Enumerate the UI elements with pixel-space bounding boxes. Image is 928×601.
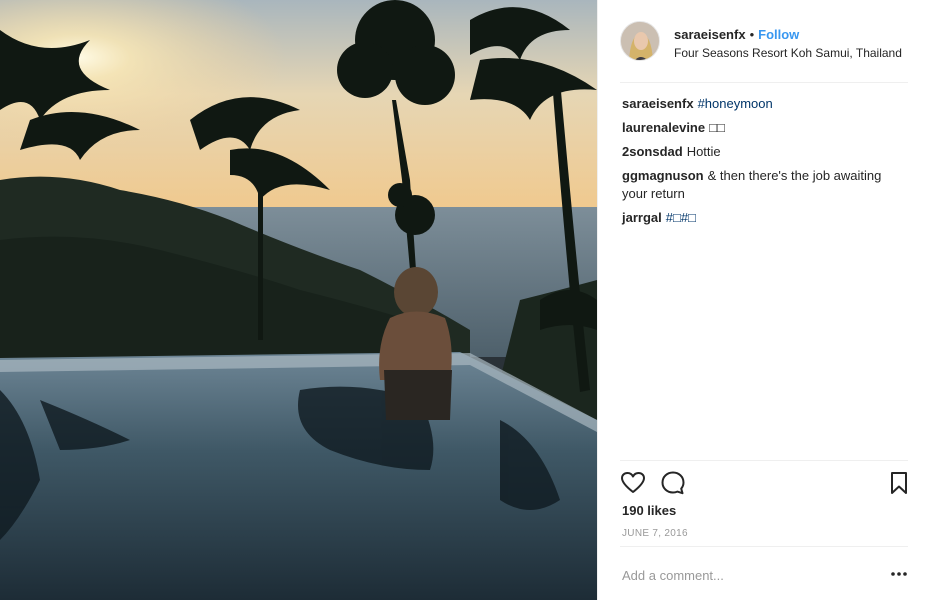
comment-text[interactable]: #□#□: [666, 210, 696, 225]
comment-text[interactable]: #honeymoon: [698, 96, 773, 111]
comment-item: ggmagnuson & then there's the job awaitin…: [622, 167, 908, 203]
profile-photo: [621, 22, 659, 60]
like-button[interactable]: [620, 470, 646, 496]
post-sidebar: saraeisenfx • Follow Four Seasons Resort K…: [597, 0, 928, 600]
action-bar: [620, 460, 908, 501]
comment-text: □□: [709, 120, 725, 135]
comment-item: jarrgal #□#□: [622, 209, 908, 227]
more-options-button[interactable]: [890, 567, 908, 581]
avatar[interactable]: [620, 21, 660, 61]
follow-button[interactable]: Follow: [758, 27, 799, 42]
sunset-pool-image: [0, 0, 597, 600]
post-date[interactable]: JUNE 7, 2016: [622, 528, 688, 539]
post-header: saraeisenfx • Follow Four Seasons Resort K…: [620, 20, 908, 83]
save-button[interactable]: [886, 470, 912, 496]
comment-input[interactable]: [622, 565, 862, 585]
comment-username[interactable]: laurenalevine: [622, 120, 705, 135]
post-photo[interactable]: [0, 0, 597, 600]
comment-username[interactable]: ggmagnuson: [622, 168, 704, 183]
comment-button[interactable]: [660, 470, 686, 496]
comment-item: saraeisenfx #honeymoon: [622, 95, 908, 113]
comment-username[interactable]: jarrgal: [622, 210, 662, 225]
comment-username[interactable]: saraeisenfx: [622, 96, 694, 111]
comment-form: [620, 546, 908, 601]
comment-item: laurenalevine □□: [622, 119, 908, 137]
more-options-icon: [891, 572, 907, 576]
heart-icon: [621, 472, 645, 493]
bookmark-icon: [891, 472, 907, 494]
comment-item: 2sonsdad Hottie: [622, 143, 908, 161]
comment-bubble-icon: [661, 471, 685, 495]
likes-count[interactable]: 190 likes: [622, 503, 676, 518]
comments-list: saraeisenfx #honeymoon laurenalevine □□ 2s…: [622, 95, 908, 233]
location-link[interactable]: Four Seasons Resort Koh Samui, Thailand: [674, 46, 902, 60]
username[interactable]: saraeisenfx: [674, 27, 746, 42]
separator-dot: •: [749, 27, 755, 42]
comment-username[interactable]: 2sonsdad: [622, 144, 683, 159]
comment-text: Hottie: [686, 144, 721, 159]
username-line: saraeisenfx • Follow: [674, 27, 799, 42]
